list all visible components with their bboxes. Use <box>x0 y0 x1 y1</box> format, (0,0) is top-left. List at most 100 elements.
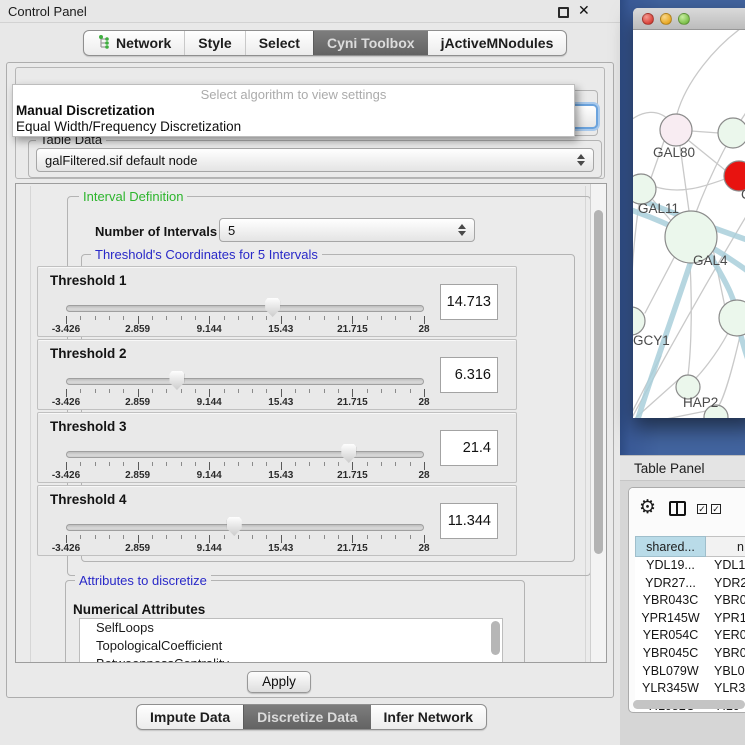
threshold-panel-2: Threshold 2-3.4262.8599.14415.4321.71528… <box>37 339 517 410</box>
network-node[interactable] <box>633 307 645 335</box>
network-view-window: GAL80G.CGAL11GAL4GCY1HHAP2 <box>633 8 745 418</box>
gear-icon[interactable]: ⚙ <box>639 498 656 518</box>
dropdown-option-manual-discretization[interactable]: Manual Discretization <box>13 103 574 119</box>
mac-zoom-icon[interactable] <box>678 13 690 25</box>
threshold-value-field[interactable]: 6.316 <box>440 357 498 393</box>
network-node-label: GAL11 <box>638 201 679 216</box>
tab-infer-network[interactable]: Infer Network <box>371 705 486 729</box>
table-panel-title: Table Panel <box>634 461 705 476</box>
scrollbar-thumb[interactable] <box>594 210 603 554</box>
close-icon[interactable]: ✕ <box>578 2 590 19</box>
split-view-icon[interactable] <box>669 501 686 516</box>
threshold-value-field[interactable]: 14.713 <box>440 284 498 320</box>
network-edge[interactable] <box>691 131 719 133</box>
network-node[interactable] <box>719 300 745 336</box>
table-row[interactable]: YER054CYER0 <box>635 627 745 645</box>
attribute-list-item[interactable]: BetweennessCentrality <box>80 655 502 663</box>
network-edge[interactable] <box>677 30 745 114</box>
network-node[interactable] <box>718 118 745 148</box>
network-tree-icon <box>97 35 111 52</box>
table-header-row: shared... n <box>635 536 745 557</box>
cell-shared-name: YLR345W <box>635 680 706 698</box>
cell-shared-name: YBR043C <box>635 592 706 610</box>
table-row[interactable]: YPR145WYPR1 <box>635 610 745 628</box>
list-scrollbar[interactable] <box>491 621 500 655</box>
tab-style[interactable]: Style <box>184 31 244 55</box>
table-data-dropdown[interactable]: galFiltered.sif default node <box>36 148 594 172</box>
horizontal-scrollbar[interactable] <box>633 700 745 709</box>
slider-track[interactable] <box>66 451 424 458</box>
network-edge[interactable] <box>645 252 677 313</box>
checkbox-icon[interactable]: ✓ <box>697 504 707 514</box>
threshold-label: Threshold 4 <box>50 492 127 507</box>
table-rows: YDL19...YDL1YDR27...YDR2YBR043CYBR0YPR14… <box>635 557 745 713</box>
network-canvas[interactable]: GAL80G.CGAL11GAL4GCY1HHAP2 <box>633 30 745 418</box>
table-panel-header: Table Panel <box>620 455 745 481</box>
network-node[interactable] <box>633 174 656 204</box>
table-card: ⚙ ✓ ✓ shared... n YDL19...YDL1YDR27...YD… <box>628 487 745 713</box>
table-row[interactable]: YLR345WYLR3 <box>635 680 745 698</box>
tab-label: jActiveMNodules <box>441 35 554 51</box>
number-of-intervals-label: Number of Intervals <box>95 224 217 239</box>
numerical-attributes-list[interactable]: SelfLoopsTopologicalCoefficientBetweenne… <box>79 618 503 663</box>
network-edge[interactable] <box>656 179 725 190</box>
network-edge[interactable] <box>688 263 691 375</box>
slider-thumb[interactable] <box>341 444 356 463</box>
dropdown-option-equal-width[interactable]: Equal Width/Frequency Discretization <box>13 119 574 135</box>
table-row[interactable]: YDR27...YDR2 <box>635 575 745 593</box>
cell-name: YLR3 <box>706 680 745 698</box>
threshold-value-field[interactable]: 11.344 <box>440 503 498 539</box>
column-header-shared[interactable]: shared... <box>635 536 706 557</box>
tab-label: Style <box>198 35 231 51</box>
slider-thumb[interactable] <box>227 517 242 536</box>
slider-track[interactable] <box>66 305 424 312</box>
table-row[interactable]: YBR043CYBR0 <box>635 592 745 610</box>
table-row[interactable]: YDL19...YDL1 <box>635 557 745 575</box>
threshold-label: Threshold 3 <box>50 419 127 434</box>
network-window-titlebar <box>633 8 745 30</box>
network-edge-thick[interactable] <box>741 336 745 386</box>
checkbox-icon[interactable]: ✓ <box>711 504 721 514</box>
cell-name: YPR1 <box>706 610 745 628</box>
tab-discretize-data[interactable]: Discretize Data <box>243 705 370 729</box>
slider-tick-labels: -3.4262.8599.14415.4321.71528 <box>66 543 424 554</box>
attribute-list-item[interactable]: TopologicalCoefficient <box>80 637 502 655</box>
top-tab-bar: Network Style SelectCyni Toolbox jActiveMNo… <box>83 30 567 56</box>
network-edge[interactable] <box>718 336 740 407</box>
tab-select[interactable]: Select <box>245 31 313 55</box>
mac-close-icon[interactable] <box>642 13 654 25</box>
apply-button[interactable]: Apply <box>247 671 311 693</box>
slider-track[interactable] <box>66 524 424 531</box>
float-window-icon[interactable] <box>558 7 569 18</box>
table-toolbar: ⚙ ✓ ✓ <box>629 488 745 532</box>
network-edge[interactable] <box>695 333 728 379</box>
network-edge[interactable] <box>633 204 639 307</box>
slider-thumb[interactable] <box>169 371 184 390</box>
tab-jactivemnodules[interactable]: jActiveMNodules <box>428 31 567 55</box>
mac-minimize-icon[interactable] <box>660 13 672 25</box>
vertical-scrollbar[interactable] <box>590 184 606 662</box>
slider-track[interactable] <box>66 378 424 385</box>
column-header-name[interactable]: n <box>706 536 745 557</box>
network-node-label: HAP2 <box>683 395 718 410</box>
threshold-value-field[interactable]: 21.4 <box>440 430 498 466</box>
attribute-list-item[interactable]: SelfLoops <box>80 619 502 637</box>
algorithm-dropdown-popup: Select algorithm to view settings Manual… <box>12 84 575 137</box>
threshold-panel-1: Threshold 1-3.4262.8599.14415.4321.71528… <box>37 266 517 337</box>
table-row[interactable]: YBL079WYBL0 <box>635 663 745 681</box>
cell-shared-name: YDL19... <box>635 557 706 575</box>
network-node[interactable] <box>660 114 692 146</box>
slider-tick-labels: -3.4262.8599.14415.4321.71528 <box>66 397 424 408</box>
tab-cyni-toolbox[interactable]: Cyni Toolbox <box>313 31 428 55</box>
network-edge[interactable] <box>633 410 711 418</box>
table-row[interactable]: YBR045CYBR0 <box>635 645 745 663</box>
slider-thumb[interactable] <box>265 298 280 317</box>
tab-network[interactable]: Network <box>84 31 184 55</box>
tab-label: Infer Network <box>384 709 473 725</box>
tab-impute-data[interactable]: Impute Data <box>137 705 243 729</box>
numerical-attributes-label: Numerical Attributes <box>73 602 205 617</box>
number-of-intervals-dropdown[interactable]: 5 <box>219 218 475 242</box>
cell-shared-name: YER054C <box>635 627 706 645</box>
cell-shared-name: YBR045C <box>635 645 706 663</box>
node-table: shared... n YDL19...YDL1YDR27...YDR2YBR0… <box>635 536 745 713</box>
